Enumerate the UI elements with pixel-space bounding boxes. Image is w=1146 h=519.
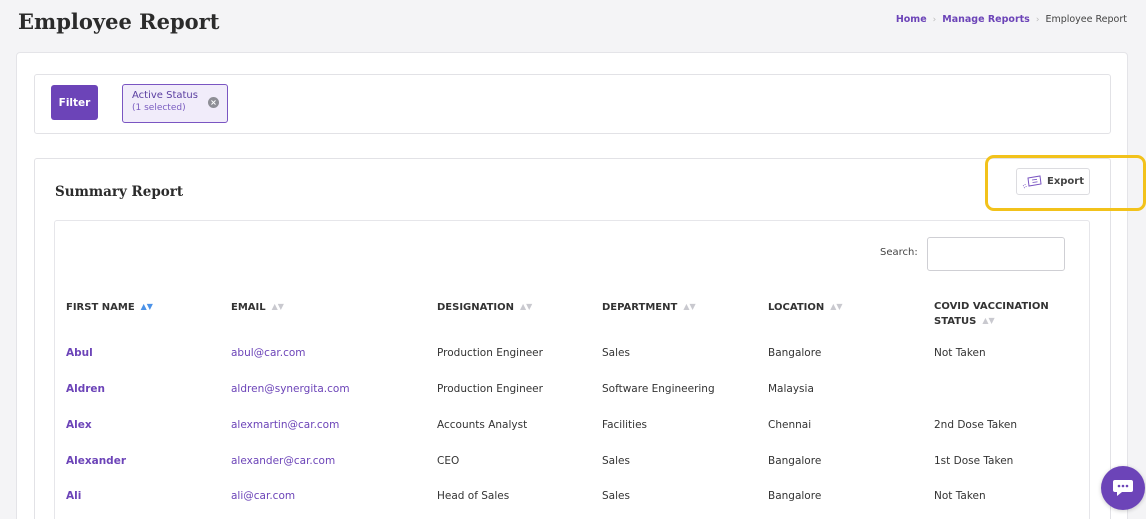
sort-icon: ▲▼	[683, 302, 696, 311]
vaccination-status-cell: 2nd Dose Taken	[934, 419, 1018, 431]
first-name-cell[interactable]: Alexander	[66, 455, 126, 467]
export-button[interactable]: Export	[1016, 168, 1090, 195]
column-header-designation[interactable]: DESIGNATION ▲▼	[437, 300, 532, 315]
search-label: Search:	[880, 247, 918, 258]
search-input[interactable]	[927, 237, 1065, 271]
chat-button[interactable]	[1101, 466, 1145, 510]
first-name-cell[interactable]: Alex	[66, 419, 92, 431]
breadcrumb-current: Employee Report	[1045, 14, 1127, 25]
column-header-email[interactable]: EMAIL ▲▼	[231, 300, 284, 315]
filter-button[interactable]: Filter	[51, 85, 98, 120]
designation-cell: Head of Sales	[437, 490, 510, 502]
column-header-department[interactable]: DEPARTMENT ▲▼	[602, 300, 696, 315]
sort-icon: ▲▼	[830, 302, 843, 311]
summary-title: Summary Report	[55, 184, 184, 200]
sort-icon: ▲▼	[271, 302, 284, 311]
chat-icon	[1113, 480, 1133, 496]
department-cell: Software Engineering	[602, 383, 715, 395]
designation-cell: Production Engineer	[437, 347, 543, 359]
vaccination-status-cell: 1st Dose Taken	[934, 455, 1014, 467]
location-cell: Bangalore	[768, 347, 822, 359]
breadcrumb-manage-reports[interactable]: Manage Reports	[942, 14, 1030, 25]
export-ticket-icon	[1022, 174, 1042, 188]
email-cell[interactable]: ali@car.com	[231, 490, 295, 502]
email-cell[interactable]: alexmartin@car.com	[231, 419, 339, 431]
column-header-covid-status[interactable]: COVID VACCINATION STATUS ▲▼	[934, 300, 1049, 329]
close-icon[interactable]: ×	[208, 97, 219, 108]
department-cell: Sales	[602, 455, 630, 467]
email-cell[interactable]: alexander@car.com	[231, 455, 335, 467]
department-cell: Sales	[602, 347, 630, 359]
location-cell: Chennai	[768, 419, 812, 431]
column-header-location[interactable]: LOCATION ▲▼	[768, 300, 843, 315]
location-cell: Malaysia	[768, 383, 814, 395]
vaccination-status-cell: Not Taken	[934, 347, 986, 359]
column-header-first-name[interactable]: FIRST NAME ▲▼	[66, 300, 153, 315]
location-cell: Bangalore	[768, 455, 822, 467]
email-cell[interactable]: aldren@synergita.com	[231, 383, 350, 395]
sort-icon: ▲▼	[140, 302, 153, 311]
first-name-cell[interactable]: Abul	[66, 347, 93, 359]
first-name-cell[interactable]: Ali	[66, 490, 81, 502]
chevron-right-icon: ›	[1035, 14, 1040, 25]
department-cell: Facilities	[602, 419, 647, 431]
sort-icon: ▲▼	[982, 316, 995, 325]
location-cell: Bangalore	[768, 490, 822, 502]
sort-icon: ▲▼	[520, 302, 533, 311]
designation-cell: Accounts Analyst	[437, 419, 528, 431]
active-status-filter-chip[interactable]: Active Status (1 selected) ×	[122, 84, 228, 123]
designation-cell: Production Engineer	[437, 383, 543, 395]
chevron-right-icon: ›	[932, 14, 937, 25]
email-cell[interactable]: abul@car.com	[231, 347, 306, 359]
vaccination-status-cell: Not Taken	[934, 490, 986, 502]
first-name-cell[interactable]: Aldren	[66, 383, 105, 395]
export-label: Export	[1046, 176, 1085, 187]
breadcrumb: Home › Manage Reports › Employee Report	[896, 14, 1127, 25]
page-title: Employee Report	[18, 9, 220, 34]
designation-cell: CEO	[437, 455, 460, 467]
breadcrumb-home[interactable]: Home	[896, 14, 927, 25]
department-cell: Sales	[602, 490, 630, 502]
